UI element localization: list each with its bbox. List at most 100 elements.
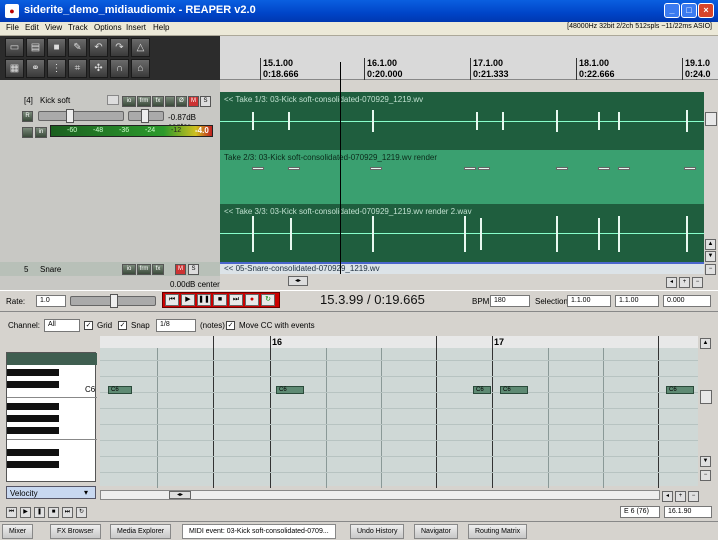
zoom-h-icon[interactable]: − [692,277,703,288]
solo-button[interactable]: S [200,96,211,107]
lock-items-icon[interactable]: ⌗ [68,59,87,78]
menu-options[interactable]: Options [94,23,122,32]
tab-undo-history[interactable]: Undo History [350,524,405,539]
record-arm-folder-icon[interactable] [107,95,119,105]
pause-icon[interactable]: ❚❚ [197,294,211,306]
snap-checkbox[interactable]: ✓ [118,321,127,330]
ripple-icon[interactable]: ⚭ [26,59,45,78]
bpm-field[interactable]: 180 [490,295,530,307]
grid-checkbox[interactable]: ✓ [84,321,93,330]
open-icon[interactable]: ▤ [26,38,45,57]
zoom-in-icon[interactable]: ◂ [666,277,677,288]
play-icon[interactable]: ▶ [20,507,31,518]
redo-icon[interactable]: ↷ [110,38,129,57]
menu-help[interactable]: Help [153,23,169,32]
phase-icon[interactable]: Ø [176,96,187,107]
rate-field[interactable]: 1.0 [36,295,66,307]
volume-slider-handle[interactable] [66,109,74,123]
menu-view[interactable]: View [45,23,62,32]
midi-note[interactable]: C6 [473,386,491,394]
zoom-out-h-icon[interactable]: + [679,277,690,288]
pan-slider-handle[interactable] [141,109,149,123]
record-arm-button[interactable]: R [22,111,33,122]
go-to-start-icon[interactable]: ⏮ [165,294,179,306]
midi-note[interactable]: C6 [108,386,132,394]
fx-button[interactable]: fx [152,96,164,107]
menu-insert[interactable]: Insert [126,23,146,32]
timeline-ruler[interactable]: 15.1.00 0:18.666 16.1.00 0:20.000 17.1.00 0:2… [220,36,718,80]
black-key[interactable] [7,427,59,434]
solo-button[interactable]: S [188,264,199,275]
midi-vscroll[interactable]: ▲ ▼ − [699,336,713,486]
midi-note[interactable]: C6 [666,386,694,394]
minimize-button[interactable]: _ [664,3,680,18]
tab-midi-event[interactable]: MIDI event: 03-Kick soft-consolidated-07… [182,524,336,539]
zoom-out-icon[interactable]: − [700,470,711,481]
scroll-up-icon[interactable]: ▲ [700,338,711,349]
frm-button[interactable]: frm [137,96,151,107]
tab-routing-matrix[interactable]: Routing Matrix [468,524,528,539]
black-key[interactable] [7,415,59,422]
menu-edit[interactable]: Edit [25,23,39,32]
tab-mixer[interactable]: Mixer [2,524,34,539]
grid-icon[interactable]: ▦ [5,59,24,78]
tab-navigator[interactable]: Navigator [414,524,458,539]
grid-division-select[interactable]: 1/8 [156,319,196,332]
piano-keyboard[interactable]: C6 [6,352,97,482]
scroll-thumb[interactable] [700,390,712,404]
repeat-icon[interactable]: ↻ [76,507,87,518]
track-name[interactable]: Kick soft [40,96,70,105]
selection-start[interactable]: 1.1.00 [567,295,611,307]
zoom-in-icon[interactable]: ◂ [662,491,673,502]
undo-icon[interactable]: ↶ [89,38,108,57]
io-button[interactable]: io [122,96,136,107]
vertical-scrollbar[interactable]: ▲ ▼ − [704,92,718,275]
new-project-icon[interactable]: ▭ [5,38,24,57]
close-button[interactable]: × [698,3,714,18]
piano-roll-grid[interactable]: 16 17 C6 C6 C6 C6 C6 [100,336,698,488]
black-key[interactable] [7,461,59,468]
pause-icon[interactable]: ❚ [34,507,45,518]
zoom-h-minus-icon[interactable]: − [688,491,699,502]
channel-select[interactable]: All [44,319,80,332]
move-cc-checkbox[interactable]: ✓ [226,321,235,330]
play-icon[interactable]: ▶ [181,294,195,306]
zoom-out-icon[interactable]: − [705,264,716,275]
io-button[interactable]: io [122,264,136,275]
go-to-end-icon[interactable]: ⏭ [62,507,73,518]
menu-track[interactable]: Track [68,23,88,32]
frm-button[interactable]: frm [137,264,151,275]
tab-media-explorer[interactable]: Media Explorer [110,524,172,539]
scroll-down-icon[interactable]: ▼ [700,456,711,467]
go-to-start-icon[interactable]: ⏮ [6,507,17,518]
zoom-h-plus-icon[interactable]: + [675,491,686,502]
fx-button[interactable]: fx [152,264,164,275]
monitor-button[interactable] [22,127,33,138]
track-5-item[interactable]: << 05-Snare-consolidated-070929_1219.wv [220,262,704,274]
scroll-thumb[interactable] [705,112,717,126]
take-2-item[interactable]: Take 2/3: 03-Kick soft-consolidated-0709… [220,150,704,204]
black-key[interactable] [7,369,59,376]
selection-end[interactable]: 1.1.00 [615,295,659,307]
metronome-icon[interactable]: △ [131,38,150,57]
stop-icon[interactable]: ■ [213,294,227,306]
hscroll-thumb[interactable]: ◂▸ [169,491,191,499]
scroll-up-icon[interactable]: ▲ [705,239,716,250]
stop-icon[interactable]: ■ [48,507,59,518]
mute-button[interactable]: M [175,264,186,275]
arrange-view[interactable]: << Take 1/3: 03-Kick soft-consolidated-0… [220,92,704,262]
save-icon[interactable]: ■ [47,38,66,57]
midi-hscroll[interactable]: ◂▸ [100,490,660,500]
go-to-end-icon[interactable]: ⏭ [229,294,243,306]
snap-icon[interactable]: ⋮ [47,59,66,78]
selection-length[interactable]: 0.000 [663,295,711,307]
repeat-icon[interactable]: ↻ [261,294,275,306]
lock-icon[interactable]: ⌂ [131,59,150,78]
black-key[interactable] [7,403,59,410]
crossfade-icon[interactable]: ✣ [89,59,108,78]
midi-ruler[interactable] [100,336,698,348]
menu-file[interactable]: File [6,23,19,32]
envelope-icon[interactable]: ∩ [110,59,129,78]
midi-note[interactable]: C6 [500,386,528,394]
black-key[interactable] [7,449,59,456]
